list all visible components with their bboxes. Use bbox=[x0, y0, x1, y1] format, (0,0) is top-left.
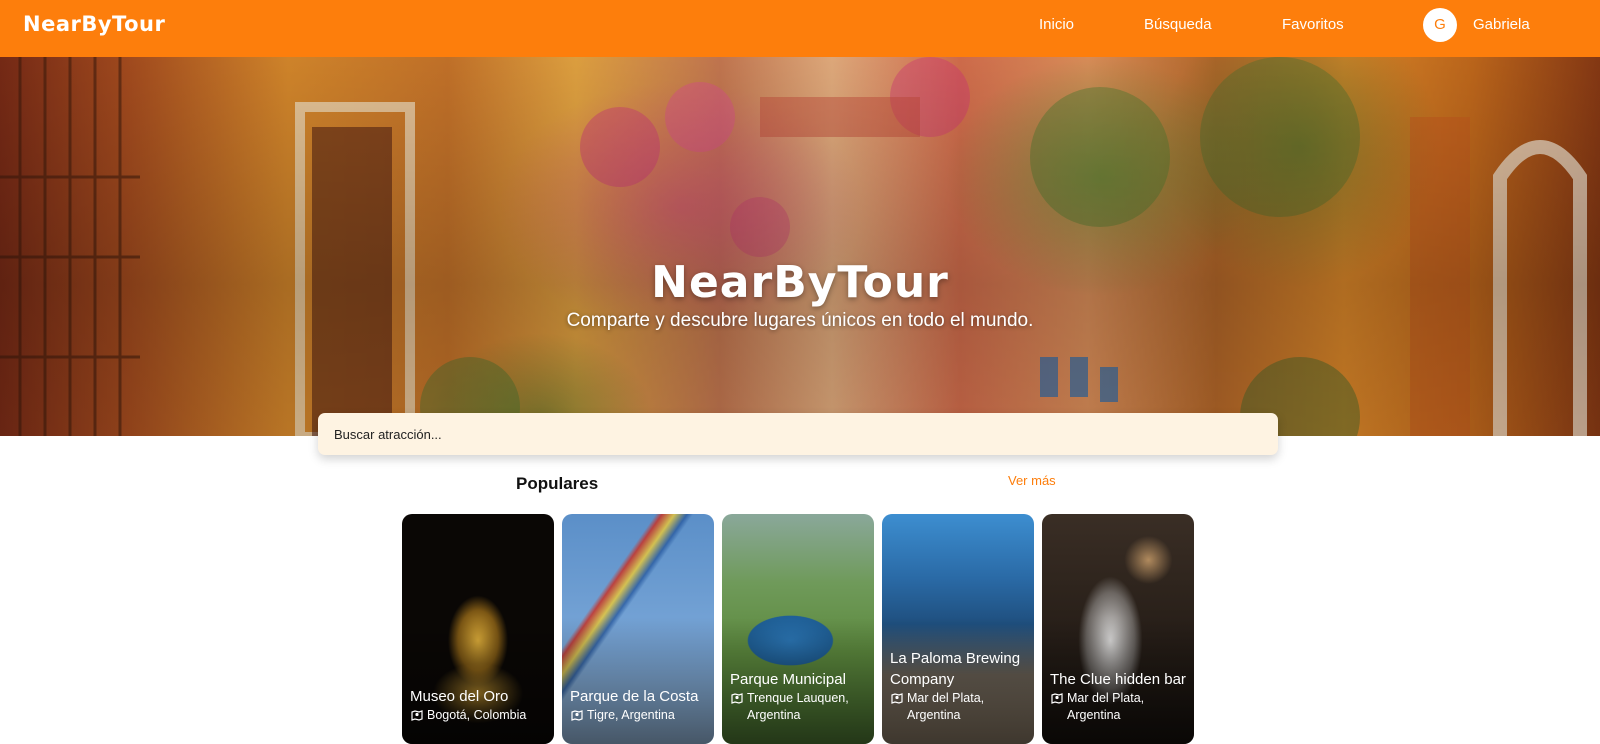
nav-link-inicio[interactable]: Inicio bbox=[1039, 16, 1074, 33]
map-icon bbox=[731, 693, 743, 704]
attraction-card[interactable]: The Clue hidden bar Mar del Plata, Argen… bbox=[1042, 514, 1194, 744]
card-location-text: Mar del Plata, Argentina bbox=[1067, 691, 1145, 722]
brand-logo[interactable]: NearByTour bbox=[23, 12, 165, 36]
attraction-card[interactable]: La Paloma Brewing Company Mar del Plata,… bbox=[882, 514, 1034, 744]
hero-subtitle: Comparte y descubre lugares únicos en to… bbox=[566, 310, 1034, 331]
attraction-card[interactable]: Museo del Oro Bogotá, Colombia bbox=[402, 514, 554, 744]
top-navigation-bar: NearByTour Inicio Búsqueda Favoritos G G… bbox=[0, 0, 1600, 57]
map-icon bbox=[891, 693, 903, 704]
card-location: Mar del Plata, Argentina bbox=[890, 690, 1030, 724]
username-label[interactable]: Gabriela bbox=[1473, 16, 1530, 33]
hero-title: NearByTour bbox=[651, 257, 949, 308]
card-title: Parque de la Costa bbox=[570, 688, 699, 705]
map-icon bbox=[411, 710, 423, 721]
attraction-card[interactable]: Parque de la Costa Tigre, Argentina bbox=[562, 514, 714, 744]
card-location: Mar del Plata, Argentina bbox=[1050, 690, 1190, 724]
map-icon bbox=[1051, 693, 1063, 704]
map-icon bbox=[571, 710, 583, 721]
see-more-link[interactable]: Ver más bbox=[1008, 473, 1056, 488]
card-location: Trenque Lauquen, Argentina bbox=[730, 690, 870, 724]
nav-link-favoritos[interactable]: Favoritos bbox=[1282, 16, 1344, 33]
card-title: Museo del Oro bbox=[410, 688, 509, 705]
attraction-card[interactable]: Parque Municipal Trenque Lauquen, Argent… bbox=[722, 514, 874, 744]
card-location-text: Trenque Lauquen, Argentina bbox=[747, 691, 849, 722]
user-avatar[interactable]: G bbox=[1423, 8, 1457, 42]
card-location: Bogotá, Colombia bbox=[410, 707, 550, 724]
card-location-text: Bogotá, Colombia bbox=[427, 708, 527, 722]
card-location: Tigre, Argentina bbox=[570, 707, 710, 724]
card-title: Parque Municipal bbox=[730, 671, 846, 688]
card-location-text: Tigre, Argentina bbox=[587, 708, 675, 722]
card-title: La Paloma Brewing Company bbox=[890, 650, 1021, 688]
hero-banner: NearByTour Comparte y descubre lugares ú… bbox=[0, 57, 1600, 436]
search-input[interactable] bbox=[318, 413, 1278, 455]
card-title: The Clue hidden bar bbox=[1050, 671, 1186, 688]
section-title-populares: Populares bbox=[516, 474, 599, 493]
nav-link-busqueda[interactable]: Búsqueda bbox=[1144, 16, 1212, 33]
card-location-text: Mar del Plata, Argentina bbox=[907, 691, 985, 722]
